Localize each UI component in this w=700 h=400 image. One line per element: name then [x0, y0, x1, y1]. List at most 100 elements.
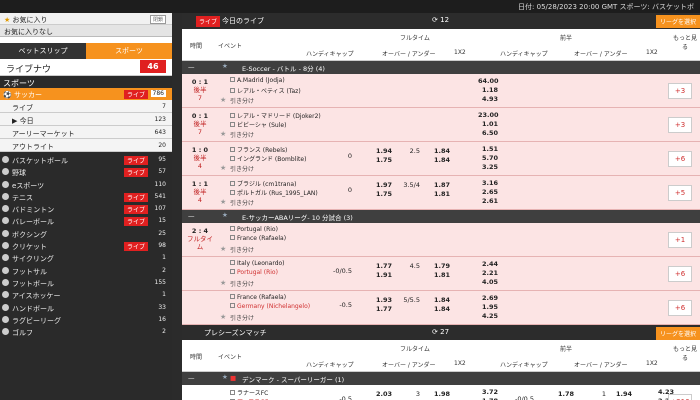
odds-value[interactable]: 1.94: [372, 147, 392, 155]
more-markets-button[interactable]: +6: [668, 266, 692, 282]
league-header-1[interactable]: — ★ E-Soccer - バトル - 8分 (4): [182, 61, 700, 74]
sport-item[interactable]: ラグビーリーグ 16: [0, 314, 172, 326]
odds-value[interactable]: 1.97: [372, 181, 392, 189]
handicap-line[interactable]: -0/0.5: [332, 267, 352, 275]
handicap-line[interactable]: -0.5: [332, 301, 352, 309]
sub-item[interactable]: アーリーマーケット 643: [0, 126, 172, 139]
sport-item[interactable]: アイスホッケー 1: [0, 289, 172, 301]
odds-value[interactable]: 1.94: [612, 390, 632, 398]
star-icon[interactable]: ★: [222, 62, 228, 70]
league-header-3[interactable]: — ★ ■ デンマーク - スーパーリーガー (1): [182, 372, 700, 385]
league-header-2[interactable]: — ★ E-サッカーABAリーグ- 10 分試合 (3): [182, 210, 700, 223]
sport-item[interactable]: フットサル 2: [0, 265, 172, 277]
home-team[interactable]: Portugal (Rio): [230, 226, 278, 233]
sport-item-soccer[interactable]: ⚽ サッカー ライブ 786: [0, 88, 172, 100]
tab-sports[interactable]: スポーツ: [86, 43, 172, 59]
star-icon[interactable]: ★: [220, 313, 226, 321]
ou-line[interactable]: 3.5/4: [400, 181, 420, 189]
star-icon[interactable]: ★: [220, 96, 226, 104]
star-icon[interactable]: ★: [220, 279, 226, 287]
ou-line[interactable]: 5/5.5: [400, 296, 420, 304]
sport-item[interactable]: バドミントン ライブ 107: [0, 203, 172, 215]
odds-value[interactable]: 1.84: [430, 305, 450, 313]
odds-value[interactable]: 1.84: [430, 296, 450, 304]
home-team[interactable]: フランス (Rebels): [230, 145, 287, 154]
preseason-count[interactable]: ⟳ 27: [432, 328, 449, 336]
odds-value[interactable]: 2.21: [478, 269, 498, 277]
away-team[interactable]: イングランド (Bomblite): [230, 154, 306, 163]
odds-value[interactable]: 2.03: [372, 390, 392, 398]
odds-value[interactable]: 2.69: [478, 294, 498, 302]
ou-line[interactable]: 4.5: [400, 262, 420, 270]
more-markets-button[interactable]: +6: [668, 151, 692, 167]
away-team[interactable]: France (Rafaela): [230, 235, 286, 242]
star-icon[interactable]: ★: [220, 164, 226, 172]
odds-value[interactable]: 1.01: [478, 120, 498, 128]
away-team[interactable]: レアル・ベティス (Taz): [230, 86, 301, 95]
sub-item[interactable]: アウトライト 20: [0, 139, 172, 152]
odds-value[interactable]: 1.81: [430, 271, 450, 279]
home-team[interactable]: レアル・マドリード (Djoker2): [230, 111, 321, 120]
away-team[interactable]: ビビーシャ (Sule): [230, 120, 286, 129]
odds-value[interactable]: 1.78: [554, 390, 574, 398]
odds-value[interactable]: 64.00: [478, 77, 499, 85]
sport-item[interactable]: クリケット ライブ 98: [0, 240, 172, 252]
sub-item[interactable]: ライブ 7: [0, 100, 172, 113]
ou-line-1h[interactable]: 1: [586, 390, 606, 398]
odds-value[interactable]: 1.91: [372, 271, 392, 279]
odds-value[interactable]: 6.50: [478, 129, 498, 137]
more-markets-button[interactable]: +3: [668, 117, 692, 133]
odds-value[interactable]: 3.16: [478, 179, 498, 187]
odds-value[interactable]: 3.25: [478, 163, 498, 171]
away-team[interactable]: ポルトガル (Rus_1995_LAN): [230, 188, 318, 197]
home-team[interactable]: ブラジル (cm1trana): [230, 179, 296, 188]
sport-item[interactable]: バレーボール ライブ 15: [0, 215, 172, 227]
star-icon[interactable]: ★: [220, 130, 226, 138]
star-icon[interactable]: ★: [220, 245, 226, 253]
star-icon[interactable]: ★: [222, 373, 228, 381]
favorites-header[interactable]: ★ お気に入り 閉鎖: [0, 13, 172, 25]
odds-value[interactable]: 4.25: [478, 312, 498, 320]
sport-item[interactable]: ゴルフ 2: [0, 326, 172, 338]
sport-item[interactable]: テニス ライブ 541: [0, 191, 172, 203]
odds-value[interactable]: 1.18: [478, 86, 498, 94]
sport-item[interactable]: サイクリング 1: [0, 252, 172, 264]
sport-item[interactable]: eスポーツ 110: [0, 179, 172, 191]
odds-value[interactable]: 4.93: [478, 95, 498, 103]
more-markets-button[interactable]: +6: [668, 300, 692, 316]
sport-item[interactable]: ハンドボール 33: [0, 302, 172, 314]
sport-item[interactable]: バスケットボール ライブ 95: [0, 154, 172, 166]
odds-value[interactable]: 1.95: [478, 303, 498, 311]
odds-value[interactable]: 1.79: [430, 262, 450, 270]
ou-line[interactable]: 2.5: [400, 147, 420, 155]
more-markets-button[interactable]: +5: [668, 185, 692, 201]
odds-value[interactable]: 1.77: [372, 262, 392, 270]
more-markets-button[interactable]: +1: [668, 232, 692, 248]
odds-value[interactable]: 4.05: [478, 278, 498, 286]
odds-value[interactable]: 1.87: [430, 181, 450, 189]
odds-value[interactable]: 1.75: [372, 190, 392, 198]
odds-value[interactable]: 1.98: [430, 390, 450, 398]
odds-value[interactable]: 1.84: [430, 147, 450, 155]
sub-item[interactable]: ▶ 今日 123: [0, 113, 172, 126]
tab-betslip[interactable]: ベットスリップ: [0, 43, 86, 59]
odds-value[interactable]: 1.84: [430, 156, 450, 164]
sport-item[interactable]: フットボール 155: [0, 277, 172, 289]
odds-value[interactable]: 5.70: [478, 154, 498, 162]
odds-value[interactable]: 2.65: [478, 188, 498, 196]
away-team[interactable]: Germany (Nichelangelo): [230, 303, 310, 310]
handicap-line[interactable]: -0.5: [332, 395, 352, 400]
live-now-row[interactable]: ライブナウ 46: [0, 59, 172, 76]
handicap-line[interactable]: 0: [332, 152, 352, 160]
more-markets-button[interactable]: +216: [668, 394, 692, 400]
favorites-close-button[interactable]: 閉鎖: [149, 15, 166, 24]
sport-item[interactable]: 野球 ライブ 57: [0, 166, 172, 178]
ou-line[interactable]: 3: [400, 390, 420, 398]
odds-value[interactable]: 23.00: [478, 111, 499, 119]
star-icon[interactable]: ★: [222, 211, 228, 219]
odds-value[interactable]: 1.75: [372, 156, 392, 164]
star-icon[interactable]: ★: [220, 198, 226, 206]
handicap-line[interactable]: 0: [332, 186, 352, 194]
odds-value[interactable]: 1.77: [372, 305, 392, 313]
odds-value[interactable]: 2.44: [478, 260, 498, 268]
